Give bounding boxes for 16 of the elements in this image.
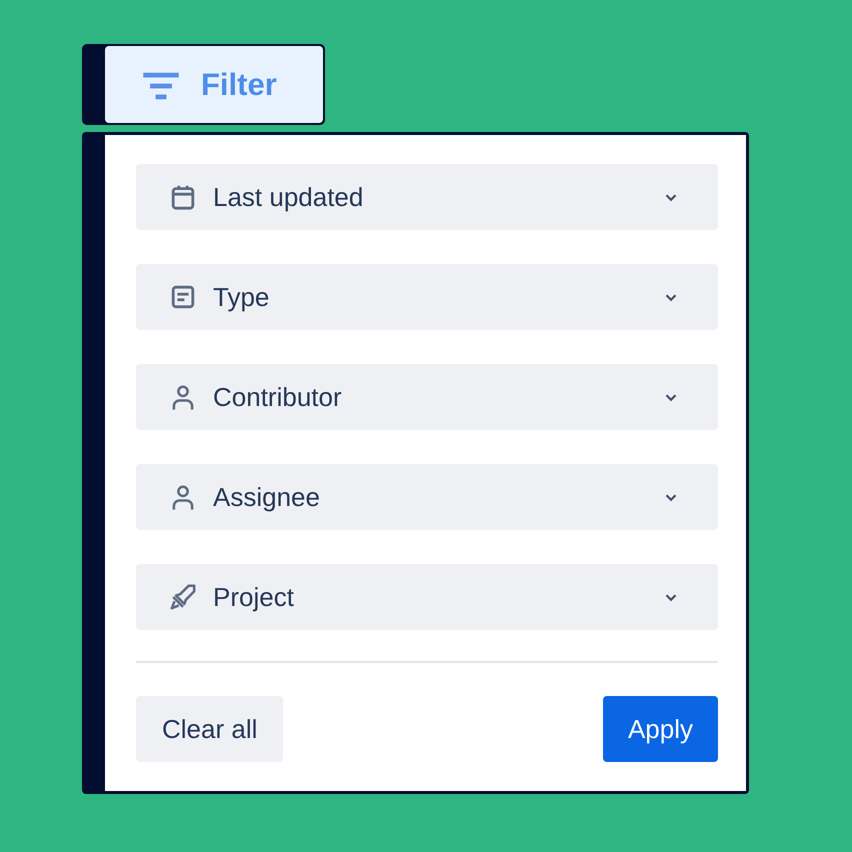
apply-button[interactable]: Apply — [602, 696, 718, 762]
filter-dropdown[interactable]: Type — [136, 264, 718, 330]
clear-all-button[interactable]: Clear all — [136, 696, 284, 762]
chevron-down-icon — [664, 292, 678, 302]
filter-dropdown[interactable]: Contributor — [136, 364, 718, 430]
filter-dropdown[interactable]: Last updated — [136, 164, 718, 230]
filter-dropdown[interactable]: Assignee — [136, 464, 718, 530]
filter-icon — [143, 70, 179, 100]
chevron-down-icon — [664, 492, 678, 502]
filter-dropdown[interactable]: Project — [136, 564, 718, 630]
chevron-down-icon — [664, 192, 678, 202]
chevron-down-icon — [664, 592, 678, 602]
calendar-icon — [169, 183, 197, 211]
document-icon — [169, 283, 197, 311]
chevron-down-icon — [664, 392, 678, 402]
rocket-icon — [169, 583, 197, 611]
